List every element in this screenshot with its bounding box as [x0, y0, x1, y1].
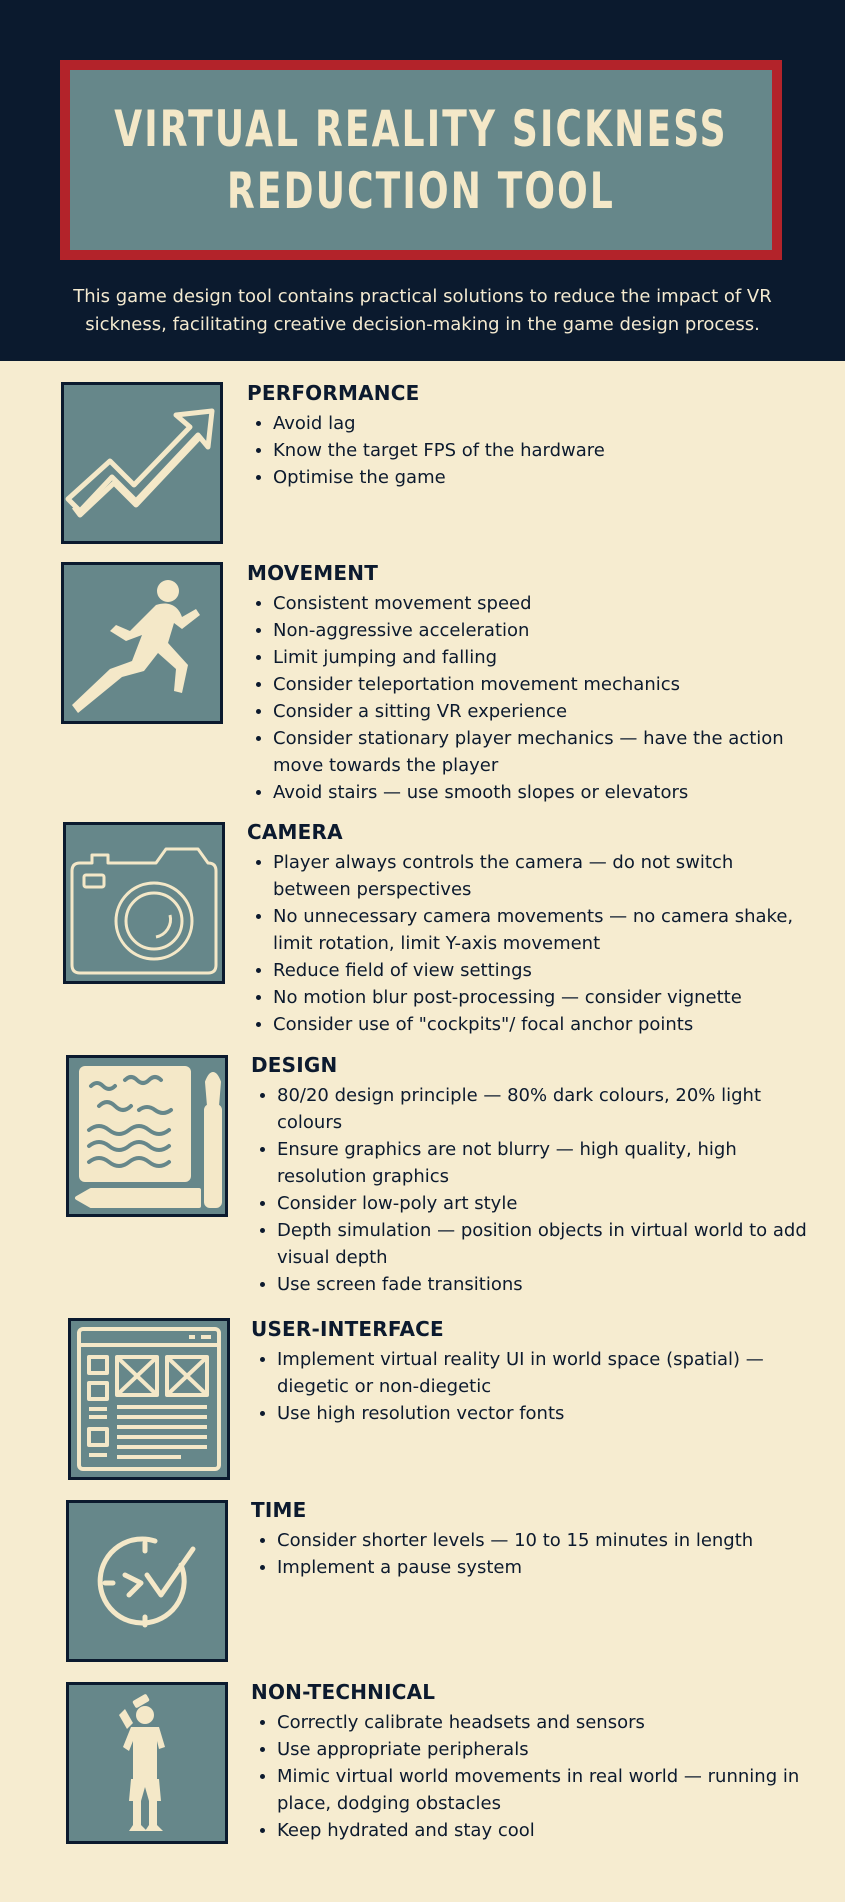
list-item: Implement virtual reality UI in world sp… — [277, 1346, 811, 1400]
time-text: TIME Consider shorter levels — 10 to 15 … — [251, 1497, 811, 1581]
list-item: Consider use of "cockpits"/ focal anchor… — [273, 1011, 807, 1038]
camera-list: Player always controls the camera — do n… — [247, 849, 807, 1038]
section-heading: CAMERA — [247, 820, 343, 844]
section-heading: PERFORMANCE — [247, 381, 420, 405]
list-item: No unnecessary camera movements — no cam… — [273, 903, 807, 957]
running-person-icon — [72, 580, 200, 713]
list-item: No motion blur post-processing — conside… — [273, 984, 807, 1011]
non-technical-icon-box — [66, 1682, 228, 1844]
clock-check-icon — [97, 1536, 196, 1628]
list-item: Use appropriate peripherals — [277, 1736, 811, 1763]
canvas-brush-icon — [75, 1066, 222, 1208]
section-heading: DESIGN — [251, 1053, 338, 1077]
list-item: Avoid lag — [273, 410, 807, 437]
list-item: Consistent movement speed — [273, 590, 807, 617]
list-item: Consider shorter levels — 10 to 15 minut… — [277, 1527, 811, 1554]
drinking-person-icon — [119, 1694, 165, 1831]
trend-up-arrow-icon — [65, 408, 215, 518]
performance-text: PERFORMANCE Avoid lag Know the target FP… — [247, 380, 807, 491]
design-icon-box — [66, 1055, 228, 1217]
title-line-1: VIRTUAL REALITY SICKNESS — [114, 100, 728, 158]
section-heading: TIME — [251, 1498, 307, 1522]
list-item: Avoid stairs — use smooth slopes or elev… — [273, 779, 807, 806]
web-layout-icon — [77, 1327, 221, 1471]
non-technical-text: NON-TECHNICAL Correctly calibrate headse… — [251, 1679, 811, 1844]
list-item: Correctly calibrate headsets and sensors — [277, 1709, 811, 1736]
page-title: VIRTUAL REALITY SICKNESS REDUCTION TOOL — [114, 98, 727, 222]
section-heading: USER-INTERFACE — [251, 1317, 444, 1341]
list-item: Optimise the game — [273, 464, 807, 491]
movement-icon-box — [61, 562, 223, 724]
camera-icon-box — [63, 822, 225, 984]
performance-icon-box — [61, 382, 223, 544]
camera-icon — [70, 847, 218, 975]
list-item: Use screen fade transitions — [277, 1271, 811, 1298]
section-heading: MOVEMENT — [247, 561, 379, 585]
ui-icon-box — [68, 1318, 230, 1480]
list-item: Depth simulation — position objects in v… — [277, 1217, 811, 1271]
list-item: Consider a sitting VR experience — [273, 698, 807, 725]
header-banner: VIRTUAL REALITY SICKNESS REDUCTION TOOL T… — [0, 0, 845, 361]
list-item: Consider stationary player mechanics — h… — [273, 725, 807, 779]
list-item: Non-aggressive acceleration — [273, 617, 807, 644]
performance-list: Avoid lag Know the target FPS of the har… — [247, 410, 807, 491]
list-item: Mimic virtual world movements in real wo… — [277, 1763, 811, 1817]
list-item: Consider teleportation movement mechanic… — [273, 671, 807, 698]
list-item: Implement a pause system — [277, 1554, 811, 1581]
list-item: Ensure graphics are not blurry — high qu… — [277, 1136, 811, 1190]
design-text: DESIGN 80/20 design principle — 80% dark… — [251, 1052, 811, 1298]
movement-list: Consistent movement speed Non-aggressive… — [247, 590, 807, 806]
title-box: VIRTUAL REALITY SICKNESS REDUCTION TOOL — [60, 60, 782, 260]
ui-list: Implement virtual reality UI in world sp… — [251, 1346, 811, 1427]
ui-text: USER-INTERFACE Implement virtual reality… — [251, 1316, 811, 1427]
list-item: Player always controls the camera — do n… — [273, 849, 807, 903]
title-line-2: REDUCTION TOOL — [226, 162, 616, 220]
list-item: Limit jumping and falling — [273, 644, 807, 671]
non-technical-list: Correctly calibrate headsets and sensors… — [251, 1709, 811, 1844]
time-list: Consider shorter levels — 10 to 15 minut… — [251, 1527, 811, 1581]
intro-text: This game design tool contains practical… — [73, 286, 772, 335]
list-item: Consider low-poly art style — [277, 1190, 811, 1217]
camera-text: CAMERA Player always controls the camera… — [247, 819, 807, 1038]
section-heading: NON-TECHNICAL — [251, 1680, 436, 1704]
time-icon-box — [66, 1500, 228, 1662]
design-list: 80/20 design principle — 80% dark colour… — [251, 1082, 811, 1298]
list-item: Know the target FPS of the hardware — [273, 437, 807, 464]
list-item: Reduce field of view settings — [273, 957, 807, 984]
list-item: 80/20 design principle — 80% dark colour… — [277, 1082, 811, 1136]
list-item: Use high resolution vector fonts — [277, 1400, 811, 1427]
list-item: Keep hydrated and stay cool — [277, 1817, 811, 1844]
movement-text: MOVEMENT Consistent movement speed Non-a… — [247, 560, 807, 806]
